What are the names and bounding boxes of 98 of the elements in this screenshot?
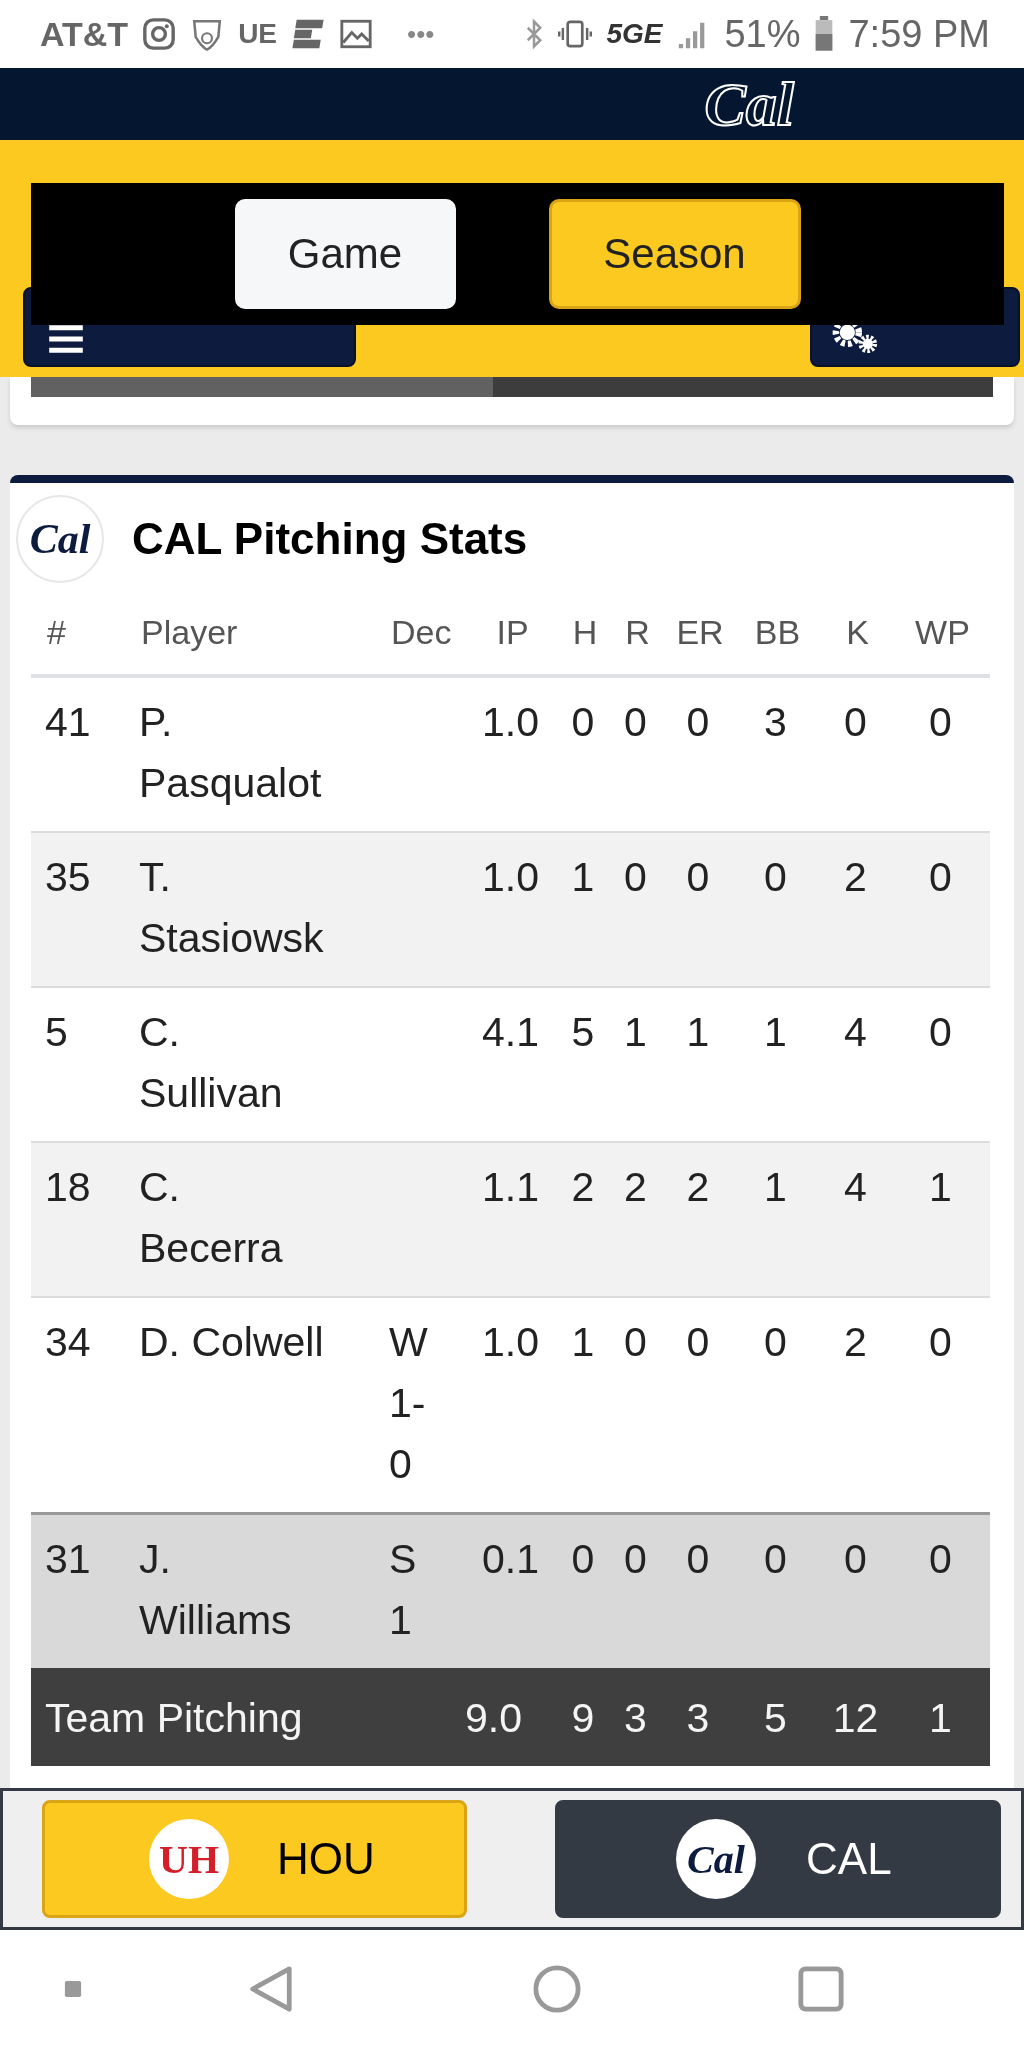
table-cell: 1 (571, 854, 595, 900)
table-cell: 0 (844, 699, 867, 745)
card-title: CAL Pitching Stats (132, 514, 528, 564)
table-cell: 2 (571, 1164, 595, 1210)
network-label: 5GE (606, 18, 663, 50)
table-cell: 1.0 (482, 854, 539, 900)
table-cell: 35 (45, 854, 91, 900)
table-cell: 5 (764, 1695, 787, 1741)
table-cell: 0 (624, 1319, 647, 1365)
table-cell: 1.0 (482, 699, 539, 745)
table-cell: 2 (844, 1319, 867, 1365)
player-name: D. Colwell (139, 1319, 324, 1365)
table-cell: 4 (844, 1009, 867, 1055)
table-cell: 0 (844, 1536, 867, 1582)
table-cell: 0 (624, 699, 647, 745)
table-cell: 4 (844, 1164, 867, 1210)
column-header: IP (496, 613, 529, 651)
table-cell: 34 (45, 1319, 91, 1365)
column-header: ER (676, 613, 724, 651)
battery-percent: 51% (724, 12, 801, 56)
battery-icon (814, 16, 835, 52)
carrier-text: AT&T (40, 14, 129, 54)
team-tab[interactable]: Cal CAL (555, 1800, 1001, 1918)
table-cell: 3 (686, 1695, 710, 1741)
table-cell: 1.0 (482, 1319, 539, 1365)
table-cell: 1.1 (482, 1164, 539, 1210)
table-cell: 1 (764, 1164, 787, 1210)
table-cell: 0 (624, 1536, 647, 1582)
table-cell: 9 (571, 1695, 595, 1741)
camera-icon (142, 17, 177, 51)
column-header: # (47, 613, 66, 651)
decision-cell: W 1-0 (389, 1319, 428, 1487)
team-logo: UH (149, 1819, 229, 1899)
cal-logo: Cal (704, 69, 794, 140)
player-name: J. Williams (139, 1536, 292, 1643)
table-cell: 0 (929, 1319, 952, 1365)
table-cell: 0 (764, 1536, 787, 1582)
clock: 7:59 PM (848, 12, 990, 56)
table-cell: 0 (764, 1319, 787, 1365)
player-name: P. Pasqualot (139, 699, 322, 806)
table-cell: 1 (571, 1319, 595, 1365)
totals-label: Team Pitching (45, 1695, 303, 1741)
image-icon (339, 17, 374, 51)
table-cell: 4.1 (482, 1009, 539, 1055)
table-cell: 0.1 (482, 1536, 539, 1582)
table-cell: 0 (686, 1319, 710, 1365)
table-cell: 1 (624, 1009, 647, 1055)
player-name: C. Becerra (139, 1164, 283, 1271)
table-cell: 0 (686, 854, 710, 900)
player-name: C. Sullivan (139, 1009, 283, 1116)
table-cell: 0 (571, 699, 595, 745)
table-cell: 2 (686, 1164, 710, 1210)
column-header: Player (141, 613, 238, 651)
table-cell: 0 (764, 854, 787, 900)
table-cell: 0 (686, 699, 710, 745)
table-cell: 2 (844, 854, 867, 900)
table-cell: 12 (832, 1695, 879, 1741)
view-tab[interactable]: Season (548, 199, 801, 309)
table-cell: 1 (929, 1695, 952, 1741)
table-cell: 3 (764, 699, 787, 745)
player-name: T. Stasiowsk (139, 854, 324, 961)
view-tab[interactable]: Game (234, 199, 456, 309)
table-cell: 41 (45, 699, 91, 745)
table-cell: 0 (929, 1536, 952, 1582)
table-cell: 2 (624, 1164, 647, 1210)
recents-icon[interactable] (797, 1965, 845, 2013)
home-icon[interactable] (533, 1965, 581, 2013)
table-cell: 31 (45, 1536, 91, 1582)
table-cell: 0 (929, 699, 952, 745)
team-tab[interactable]: UH HOU (42, 1800, 467, 1918)
column-header: H (572, 613, 598, 651)
table-cell: 0 (929, 854, 952, 900)
table-cell: 3 (624, 1695, 647, 1741)
table-cell: 0 (686, 1536, 710, 1582)
column-header: R (625, 613, 650, 651)
table-cell: 1 (686, 1009, 710, 1055)
table-cell: 9.0 (465, 1695, 522, 1741)
column-header: K (846, 613, 869, 651)
team-logo: Cal (676, 1819, 756, 1899)
column-header: BB (754, 613, 801, 651)
table-cell: 0 (624, 854, 647, 900)
table-cell: 5 (45, 1009, 68, 1055)
bluetooth-icon (524, 16, 545, 52)
column-header: WP (915, 613, 970, 651)
cal-logo: Cal (16, 495, 104, 583)
table-cell: 0 (571, 1536, 595, 1582)
stripes-icon (291, 17, 326, 51)
table-cell: 18 (45, 1164, 91, 1210)
decision-cell: S 1 (389, 1536, 417, 1643)
menu-icon (49, 325, 83, 353)
table-cell: 5 (571, 1009, 595, 1055)
table-cell: 1 (929, 1164, 952, 1210)
column-header: Dec (391, 613, 452, 651)
back-icon[interactable] (247, 1965, 295, 2013)
table-cell: 1 (764, 1009, 787, 1055)
app-label: UE (238, 18, 278, 50)
more-indicator: ••• (407, 18, 435, 50)
table-cell: 0 (929, 1009, 952, 1055)
